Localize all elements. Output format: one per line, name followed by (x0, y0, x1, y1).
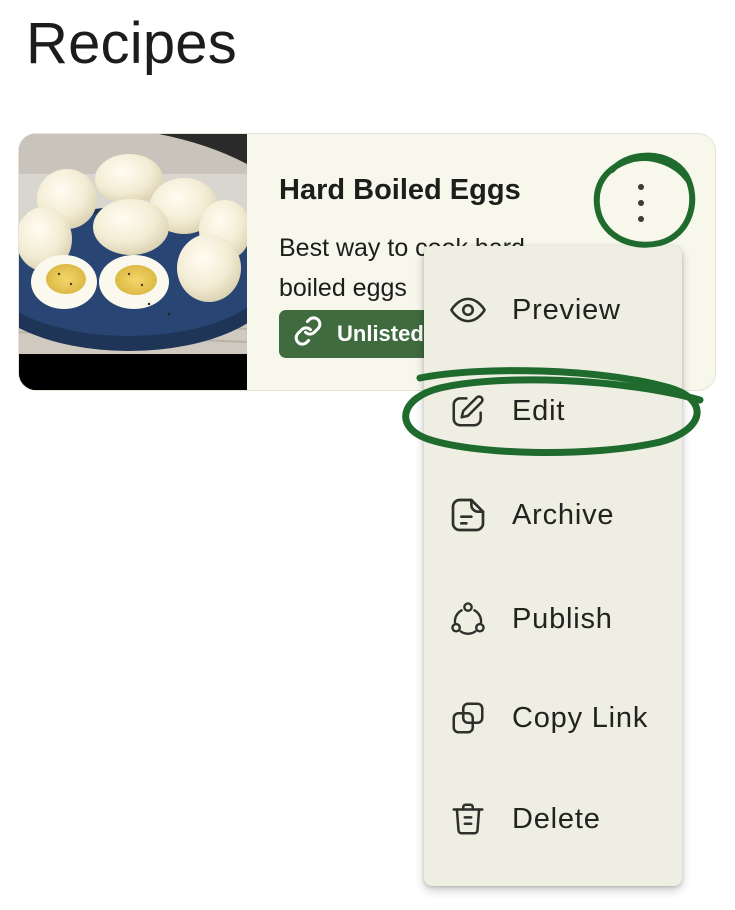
unlisted-badge: Unlisted (279, 310, 446, 358)
menu-item-delete[interactable]: Delete (424, 787, 682, 851)
eye-icon (446, 288, 490, 332)
menu-item-label: Edit (512, 394, 566, 427)
menu-item-copy-link[interactable]: Copy Link (424, 686, 682, 750)
recipes-page: Recipes Hard Boiled Eggs Best way to coo… (0, 0, 735, 910)
menu-item-label: Delete (512, 802, 601, 835)
menu-item-publish[interactable]: Publish (424, 587, 682, 651)
archive-note-icon (446, 493, 490, 537)
recipe-title[interactable]: Hard Boiled Eggs (279, 174, 521, 207)
badge-label: Unlisted (337, 321, 424, 346)
page-title: Recipes (26, 11, 237, 76)
menu-item-edit[interactable]: Edit (424, 379, 682, 443)
menu-item-label: Copy Link (512, 701, 649, 734)
menu-item-preview[interactable]: Preview (424, 278, 682, 342)
more-options-button[interactable] (605, 160, 677, 246)
vertical-dots-icon (638, 184, 644, 222)
menu-item-label: Preview (512, 293, 621, 326)
copy-icon (446, 696, 490, 740)
pencil-icon (446, 389, 490, 433)
recipe-options-menu: Preview Edit Archive Publish Copy Link D… (424, 246, 682, 886)
menu-item-archive[interactable]: Archive (424, 483, 682, 547)
recipe-image (19, 134, 279, 390)
eggs-photo (19, 134, 279, 390)
menu-item-label: Publish (512, 602, 613, 635)
link-icon (293, 316, 323, 352)
trash-icon (446, 797, 490, 841)
share-network-icon (446, 597, 490, 641)
menu-item-label: Archive (512, 498, 615, 531)
